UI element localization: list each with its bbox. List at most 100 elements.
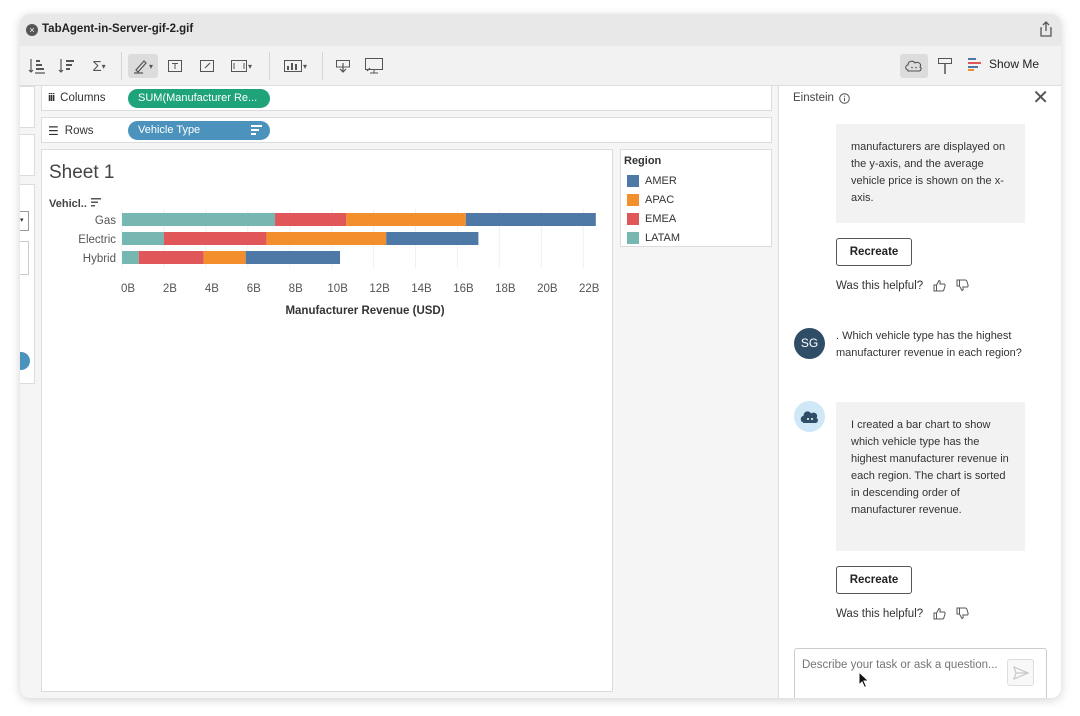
recreate-button[interactable]: Recreate — [836, 238, 912, 266]
einstein-avatar — [794, 401, 825, 432]
rows-shelf-label: ☰ Rows — [48, 124, 94, 138]
bar-segment-latam[interactable] — [122, 251, 139, 264]
chat-input-box[interactable] — [794, 648, 1047, 698]
collapsed-marks-card[interactable]: ▾ — [20, 184, 35, 384]
presentation-icon[interactable] — [362, 54, 386, 78]
legend-item[interactable]: AMER — [627, 174, 677, 188]
bar-segment-latam[interactable] — [122, 213, 276, 226]
share-icon[interactable] — [1039, 21, 1053, 37]
rows-pill[interactable]: Vehicle Type — [128, 121, 270, 140]
toolbar-divider — [121, 52, 122, 80]
bar-segment-latam[interactable] — [122, 232, 164, 245]
title-bar: × TabAgent-in-Server-gif-2.gif — [20, 14, 1061, 46]
rows-icon: ☰ — [48, 124, 59, 138]
thumbs-up-icon[interactable] — [933, 607, 946, 620]
close-panel-icon[interactable]: ✕ — [1032, 88, 1049, 108]
columns-shelf[interactable]: iii Columns SUM(Manufacturer Re... — [41, 85, 772, 111]
left-pane-strip: ▾ — [20, 86, 36, 698]
thumbs-down-icon[interactable] — [956, 279, 969, 292]
panel-title: Einstein — [793, 92, 834, 104]
bar-segment-apac[interactable] — [266, 232, 387, 245]
rows-label: Rows — [64, 125, 94, 137]
legend-label: LATAM — [645, 232, 681, 244]
app-window: × TabAgent-in-Server-gif-2.gif Σ ▾ ▾ ▾ ▾… — [20, 14, 1061, 698]
x-tick-label: 0B — [121, 283, 135, 295]
sort-descending-icon[interactable] — [56, 54, 78, 78]
x-tick-label: 8B — [289, 283, 303, 295]
bar-segment-emea[interactable] — [138, 251, 204, 264]
helpful-label: Was this helpful? — [836, 279, 924, 292]
close-icon[interactable]: × — [26, 24, 38, 36]
x-tick-label: 14B — [411, 283, 432, 295]
x-tick-label: 20B — [537, 283, 558, 295]
legend-swatch — [627, 175, 639, 187]
collapsed-pane[interactable] — [20, 134, 35, 176]
show-me-label: Show Me — [988, 57, 1039, 71]
category-label: Hybrid — [83, 253, 116, 265]
panel-header: Einstein — [793, 92, 850, 104]
bar-segment-emea[interactable] — [163, 232, 267, 245]
columns-icon: iii — [48, 92, 55, 104]
x-tick-label: 6B — [247, 283, 261, 295]
thumbs-up-icon[interactable] — [933, 279, 946, 292]
legend-item[interactable]: LATAM — [627, 231, 680, 245]
x-tick-label: 10B — [327, 283, 348, 295]
chart-type-icon[interactable]: ▾ — [278, 54, 312, 78]
highlight-pen-icon[interactable]: ▾ — [128, 54, 158, 78]
text-box-icon[interactable] — [164, 54, 186, 78]
rows-shelf[interactable]: ☰ Rows Vehicle Type — [41, 117, 772, 143]
bar-segment-amer[interactable] — [245, 251, 341, 264]
columns-pill[interactable]: SUM(Manufacturer Re... — [128, 89, 270, 108]
x-tick-label: 16B — [453, 283, 474, 295]
legend-item[interactable]: APAC — [627, 193, 674, 207]
show-me-icon — [967, 58, 981, 71]
bar-segment-apac[interactable] — [203, 251, 246, 264]
category-label: Gas — [95, 215, 116, 227]
bar-chart: Vehicl.. Gas Electric Hybrid 0B 2B 4B 6B 8B 10B… — [49, 198, 600, 317]
legend-swatch — [627, 194, 639, 206]
row-header-sort-icon[interactable] — [91, 198, 101, 207]
download-icon[interactable] — [332, 54, 354, 78]
columns-shelf-label: iii Columns — [48, 92, 106, 104]
sort-descending-icon[interactable] — [251, 125, 262, 135]
collapsed-field[interactable] — [20, 241, 29, 275]
chat-input[interactable] — [802, 657, 1002, 693]
recreate-button[interactable]: Recreate — [836, 566, 912, 594]
einstein-agent-icon[interactable] — [900, 54, 928, 78]
show-me-button[interactable]: Show Me — [967, 56, 1039, 72]
bar-segment-apac[interactable] — [346, 213, 466, 226]
user-avatar: SG — [794, 328, 825, 359]
legend-item[interactable]: EMEA — [627, 212, 676, 226]
bar-segment-amer[interactable] — [465, 213, 596, 226]
info-icon[interactable] — [839, 92, 850, 104]
feedback-row: Was this helpful? — [836, 607, 969, 620]
x-tick-label: 2B — [163, 283, 177, 295]
helpful-label: Was this helpful? — [836, 607, 924, 620]
sum-icon[interactable]: Σ ▾ — [86, 54, 112, 78]
send-button[interactable] — [1007, 659, 1034, 686]
bar-segment-amer[interactable] — [386, 232, 479, 245]
assistant-message-text: I created a bar chart to show which vehi… — [851, 419, 1009, 516]
bar-segment-emea[interactable] — [275, 213, 347, 226]
legend-label: AMER — [645, 175, 677, 187]
fit-icon[interactable]: ▾ — [226, 54, 256, 78]
dropdown-caret[interactable]: ▾ — [20, 211, 29, 231]
thumbs-down-icon[interactable] — [956, 607, 969, 620]
worksheet: Sheet 1 Vehicl.. Gas Electric Hybrid 0B 2B 4… — [41, 149, 613, 692]
send-icon — [1012, 665, 1029, 680]
x-tick-label: 18B — [495, 283, 516, 295]
pill-marker[interactable] — [20, 352, 30, 370]
collapsed-pane[interactable] — [20, 86, 35, 128]
sort-ascending-icon[interactable] — [26, 54, 48, 78]
window-title: TabAgent-in-Server-gif-2.gif — [42, 23, 194, 35]
annotate-icon[interactable] — [196, 54, 218, 78]
feedback-row: Was this helpful? — [836, 279, 969, 292]
columns-label: Columns — [60, 92, 106, 104]
legend-swatch — [627, 213, 639, 225]
toolbar-divider — [269, 52, 270, 80]
rows-pill-label: Vehicle Type — [138, 124, 201, 136]
row-header: Vehicl.. — [49, 198, 87, 210]
legend: Region AMER APAC EMEA LATAM — [620, 149, 772, 247]
format-painter-icon[interactable] — [934, 54, 956, 78]
assistant-message: I created a bar chart to show which vehi… — [836, 402, 1025, 551]
